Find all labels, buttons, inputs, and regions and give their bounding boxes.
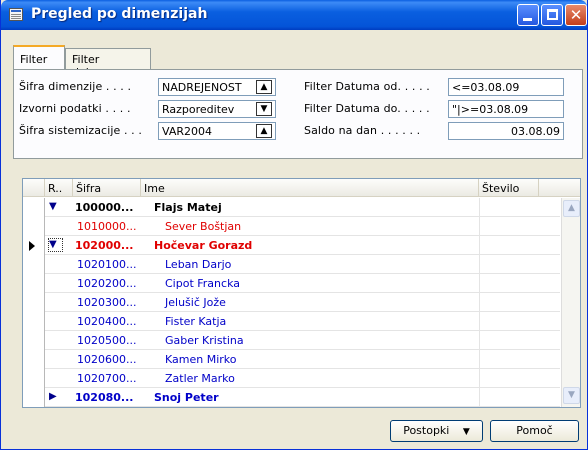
cell-name[interactable]: Gaber Kristina <box>165 334 244 347</box>
cell-name[interactable]: Zatler Marko <box>165 372 235 385</box>
balance-date-label: Saldo na dan . . . . . . <box>304 124 421 137</box>
cell-name[interactable]: Hočevar Gorazd <box>154 239 252 252</box>
filter-panel: Šifra dimenzije . . . . NADREJENOST ▲ Iz… <box>13 69 583 159</box>
table-row[interactable]: 1020600... Kamen Mirko <box>23 350 560 369</box>
dropdown-icon[interactable]: ▼ <box>256 102 272 116</box>
cell-stevilo[interactable] <box>479 293 539 312</box>
cell-name[interactable]: Cipot Francka <box>165 277 240 290</box>
cell-stevilo[interactable] <box>479 198 539 217</box>
date-to-label: Filter Datuma do. . . . . <box>304 102 430 115</box>
table-row[interactable]: 1020500... Gaber Kristina <box>23 331 560 350</box>
row-selector[interactable] <box>23 236 45 255</box>
table-row[interactable]: ▼ 102000... Hočevar Gorazd <box>23 236 560 255</box>
column-header-sifra[interactable]: Šifra <box>73 179 141 197</box>
scroll-up-icon[interactable]: ▲ <box>563 200 580 217</box>
row-selector[interactable] <box>23 198 45 217</box>
maximize-icon <box>547 9 558 20</box>
table-row[interactable]: ▶ 102080... Snoj Peter <box>23 388 560 407</box>
actions-button[interactable]: Postopki ▼ <box>390 420 483 442</box>
current-row-pointer-icon <box>29 241 35 251</box>
table-row[interactable]: ▼ 100000... Flajs Matej <box>23 198 560 217</box>
collapse-icon[interactable]: ▼ <box>49 201 57 212</box>
title-bar[interactable]: Pregled po dimenzijah ✕ <box>1 0 587 30</box>
cell-stevilo[interactable] <box>479 312 539 331</box>
row-selector[interactable] <box>23 369 45 388</box>
systemization-code-label: Šifra sistemizacije . . . <box>19 124 142 137</box>
cell-code[interactable]: 1020300... <box>77 296 136 309</box>
cell-code[interactable]: 1020500... <box>77 334 136 347</box>
row-selector[interactable] <box>23 331 45 350</box>
date-from-field[interactable]: <=03.08.09 <box>448 78 564 96</box>
cell-code[interactable]: 1020400... <box>77 315 136 328</box>
cell-code[interactable]: 1020700... <box>77 372 136 385</box>
cell-stevilo[interactable] <box>479 388 539 407</box>
cell-code[interactable]: 1020100... <box>77 258 136 271</box>
row-selector[interactable] <box>23 217 45 236</box>
lookup-up-icon[interactable]: ▲ <box>256 124 272 138</box>
dimension-grid: R.. Šifra Ime Število ▼ 100000... Flajs Ma… <box>22 178 581 408</box>
vertical-scrollbar[interactable]: ▲ ▼ <box>561 198 580 407</box>
minimize-button[interactable] <box>517 4 539 26</box>
cell-name[interactable]: Sever Boštjan <box>165 220 241 233</box>
row-selector[interactable] <box>23 312 45 331</box>
table-row[interactable]: 1020300... Jelušič Jože <box>23 293 560 312</box>
table-row[interactable]: 1020700... Zatler Marko <box>23 369 560 388</box>
source-data-label: Izvorni podatki . . . . <box>19 102 131 115</box>
lookup-up-icon[interactable]: ▲ <box>256 80 272 94</box>
table-row[interactable]: 1020100... Leban Darjo <box>23 255 560 274</box>
cell-code[interactable]: 102000... <box>75 239 133 252</box>
grid-header: R.. Šifra Ime Število <box>23 179 580 197</box>
date-to-field[interactable]: "|>=03.08.09 <box>448 100 564 118</box>
cell-stevilo[interactable] <box>479 217 539 236</box>
expand-icon[interactable]: ▶ <box>49 391 57 402</box>
window: Pregled po dimenzijah ✕ Filter Filter de… <box>0 0 588 450</box>
column-header-r[interactable]: R.. <box>45 179 73 197</box>
focus-box <box>48 238 63 252</box>
cell-name[interactable]: Kamen Mirko <box>165 353 237 366</box>
cell-code[interactable]: 100000... <box>75 201 133 214</box>
dropdown-arrow-icon: ▼ <box>462 427 470 437</box>
cell-stevilo[interactable] <box>479 274 539 293</box>
cell-stevilo[interactable] <box>479 255 539 274</box>
actions-button-label: Postopki <box>403 424 450 437</box>
balance-date-field[interactable]: 03.08.09 <box>448 122 564 140</box>
row-selector[interactable] <box>23 350 45 369</box>
cell-code[interactable]: 102080... <box>75 391 133 404</box>
form-icon <box>9 8 23 21</box>
cell-name[interactable]: Leban Darjo <box>165 258 231 271</box>
cell-code[interactable]: 1010000... <box>77 220 136 233</box>
tab-filter-delavca[interactable]: Filter delavca <box>65 48 151 79</box>
cell-name[interactable]: Fister Katja <box>165 315 226 328</box>
close-icon: ✕ <box>569 6 583 24</box>
cell-stevilo[interactable] <box>479 350 539 369</box>
tab-filter[interactable]: Filter <box>13 45 65 71</box>
cell-name[interactable]: Snoj Peter <box>154 391 219 404</box>
close-button[interactable]: ✕ <box>565 4 587 26</box>
column-header-stevilo[interactable]: Število <box>479 179 539 197</box>
window-title: Pregled po dimenzijah <box>31 6 208 22</box>
cell-code[interactable]: 1020600... <box>77 353 136 366</box>
dimension-code-label: Šifra dimenzije . . . . <box>19 80 132 93</box>
cell-stevilo[interactable] <box>479 236 539 255</box>
date-from-label: Filter Datuma od. . . . . <box>304 80 430 93</box>
table-row[interactable]: 1020200... Cipot Francka <box>23 274 560 293</box>
table-row[interactable]: 1020400... Fister Katja <box>23 312 560 331</box>
scroll-down-icon[interactable]: ▼ <box>563 387 580 404</box>
column-header-ime[interactable]: Ime <box>141 179 479 197</box>
cell-stevilo[interactable] <box>479 331 539 350</box>
minimize-icon <box>523 18 532 21</box>
cell-code[interactable]: 1020200... <box>77 277 136 290</box>
header-selector <box>23 179 45 197</box>
cell-name[interactable]: Flajs Matej <box>154 201 222 214</box>
row-selector[interactable] <box>23 293 45 312</box>
cell-name[interactable]: Jelušič Jože <box>165 296 226 309</box>
row-selector[interactable] <box>23 255 45 274</box>
cell-stevilo[interactable] <box>479 369 539 388</box>
help-button[interactable]: Pomoč <box>490 420 579 442</box>
row-selector[interactable] <box>23 274 45 293</box>
row-selector[interactable] <box>23 388 45 407</box>
maximize-button[interactable] <box>541 4 563 26</box>
table-row[interactable]: 1010000... Sever Boštjan <box>23 217 560 236</box>
